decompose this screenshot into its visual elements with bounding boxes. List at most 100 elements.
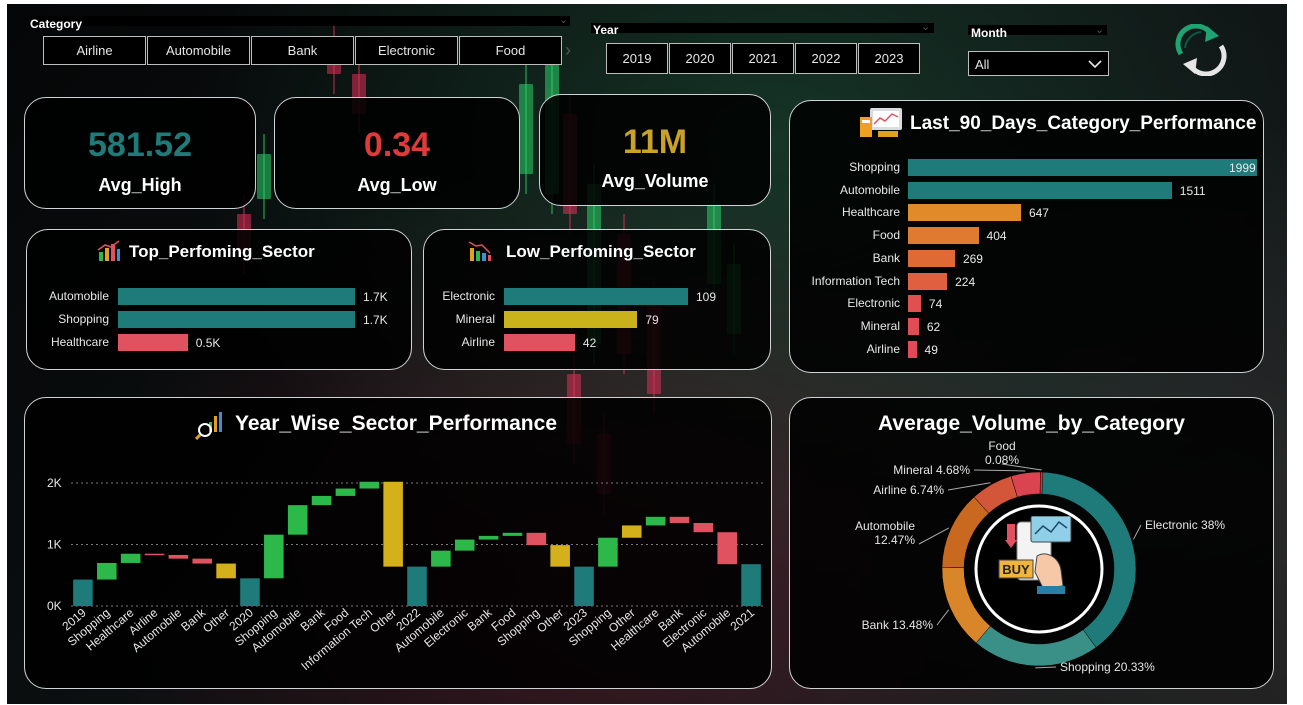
slice-label: Food 0.08% — [985, 439, 1019, 467]
dashboard-canvas: Category ⌄ Airline Automobile Bank Electron… — [7, 4, 1287, 704]
bar-value-label: 74 — [928, 297, 943, 312]
average-volume-panel: Average_Volume_by_Category Electronic 38… — [789, 397, 1274, 689]
kpi-value: 0.34 — [363, 126, 431, 164]
kpi-label: Avg_Low — [357, 175, 437, 195]
waterfall-bar[interactable] — [168, 554, 189, 559]
year-wise-sector-panel: Year_Wise_Sector_Performance 0K 1K 2K 2019 S… — [24, 397, 772, 689]
refresh-icon[interactable] — [1171, 24, 1231, 76]
bar[interactable] — [504, 288, 688, 305]
bar-category-label: Automobile — [48, 289, 109, 303]
year-option-button[interactable]: 2021 — [732, 43, 794, 74]
x-tick-label: 2021 — [728, 605, 758, 633]
panel-title: Last_90_Days_Category_Performance — [910, 113, 1257, 134]
category-option-button[interactable]: Electronic — [355, 36, 458, 65]
waterfall-bar[interactable] — [192, 558, 213, 564]
waterfall-bar[interactable] — [478, 535, 499, 540]
bar[interactable] — [504, 311, 638, 328]
kpi-value: 581.52 — [88, 126, 192, 164]
month-dropdown[interactable]: All — [968, 51, 1109, 76]
waterfall-bar[interactable] — [73, 579, 93, 606]
waterfall-bar[interactable] — [598, 537, 618, 567]
chevron-down-icon[interactable]: ⌄ — [559, 13, 568, 26]
bar[interactable] — [908, 181, 1172, 199]
waterfall-bar[interactable] — [97, 562, 117, 580]
chevron-down-icon[interactable]: ⌄ — [921, 20, 930, 33]
bar[interactable] — [118, 311, 355, 328]
waterfall-bar[interactable] — [120, 553, 141, 563]
waterfall-bar[interactable] — [645, 516, 666, 526]
bar[interactable] — [908, 249, 955, 267]
category-slicer-title: Category — [30, 17, 83, 31]
bar-category-label: Information Tech — [811, 273, 901, 288]
bar-value-label: 49 — [924, 342, 938, 357]
waterfall-bar[interactable] — [431, 550, 451, 567]
bar[interactable] — [504, 334, 575, 351]
category-option-button[interactable]: Food — [459, 36, 562, 65]
waterfall-bar[interactable] — [144, 553, 165, 556]
bar-category-label: Shopping — [58, 312, 109, 326]
category-option-button[interactable]: Airline — [43, 36, 146, 65]
bar[interactable] — [908, 317, 919, 335]
waterfall-bar[interactable] — [502, 532, 523, 536]
waterfall-bar[interactable] — [383, 481, 403, 567]
bar-category-label: Airline — [461, 335, 495, 349]
kpi-value: 11M — [622, 123, 688, 161]
year-option-button[interactable]: 2023 — [858, 43, 920, 74]
chevron-down-icon[interactable]: ⌄ — [1095, 23, 1104, 36]
bar[interactable] — [908, 204, 1021, 222]
category-option-button[interactable]: Automobile — [147, 36, 250, 65]
chevron-right-icon[interactable]: › — [565, 40, 571, 61]
kpi-card-avg-high: 581.52 Avg_High — [24, 97, 256, 209]
year-option-button[interactable]: 2019 — [606, 43, 668, 74]
buy-label: BUY — [1002, 562, 1030, 577]
waterfall-bar[interactable] — [335, 488, 356, 496]
bar-value-label: 1.7K — [363, 313, 388, 327]
year-option-button[interactable]: 2022 — [795, 43, 857, 74]
waterfall-bar[interactable] — [359, 481, 380, 489]
category-option-button[interactable]: Bank — [251, 36, 354, 65]
kpi-label: Avg_Volume — [601, 171, 709, 191]
waterfall-bar[interactable] — [287, 505, 308, 535]
year-slicer-header — [591, 23, 934, 33]
top-performing-sector-panel: Top_Perfoming_Sector Automobile 1.7K Shopp… — [26, 229, 412, 370]
bar-value-label: 404 — [986, 229, 1007, 244]
waterfall-bar[interactable] — [550, 545, 570, 567]
waterfall-bar[interactable] — [741, 564, 761, 606]
x-tick-label: Bank — [298, 605, 329, 634]
bar-value-label: 109 — [696, 290, 717, 304]
bar[interactable] — [908, 227, 979, 245]
y-tick-label: 0K — [47, 599, 62, 613]
waterfall-bar[interactable] — [574, 566, 594, 606]
leader-line — [1035, 666, 1057, 669]
waterfall-bar[interactable] — [216, 563, 236, 579]
waterfall-bar[interactable] — [264, 534, 284, 579]
bar[interactable] — [908, 295, 921, 313]
kpi-label: Avg_High — [98, 175, 182, 195]
waterfall-bar[interactable] — [526, 532, 547, 546]
bar[interactable] — [908, 272, 948, 290]
bar[interactable] — [908, 340, 917, 358]
bar-category-label: Automobile — [839, 182, 900, 197]
waterfall-bar[interactable] — [693, 522, 714, 533]
bar[interactable] — [118, 288, 355, 305]
waterfall-bar[interactable] — [669, 516, 690, 523]
bar-value-label: 1511 — [1179, 183, 1206, 198]
bar[interactable] — [908, 159, 1257, 176]
x-tick-label: Other — [367, 606, 399, 636]
waterfall-bar[interactable] — [407, 566, 427, 606]
waterfall-chart: 0K1K2K2019ShoppingHealthcareAirlineAutom… — [47, 476, 763, 673]
bar-category-label: Food — [872, 228, 900, 243]
leader-line — [973, 469, 1026, 472]
bar-value-label: 1.7K — [363, 290, 388, 304]
year-option-button[interactable]: 2020 — [669, 43, 731, 74]
waterfall-bar[interactable] — [311, 495, 332, 506]
bar[interactable] — [118, 334, 188, 351]
waterfall-bar[interactable] — [240, 578, 260, 606]
bar-value-label: 42 — [582, 336, 597, 350]
waterfall-bar[interactable] — [454, 539, 475, 551]
kpi-card-avg-volume: 11M Avg_Volume — [539, 94, 771, 206]
declining-chart-icon — [468, 241, 491, 261]
bar-value-label: 269 — [962, 251, 983, 266]
waterfall-bar[interactable] — [621, 525, 642, 538]
waterfall-bar[interactable] — [717, 532, 737, 565]
